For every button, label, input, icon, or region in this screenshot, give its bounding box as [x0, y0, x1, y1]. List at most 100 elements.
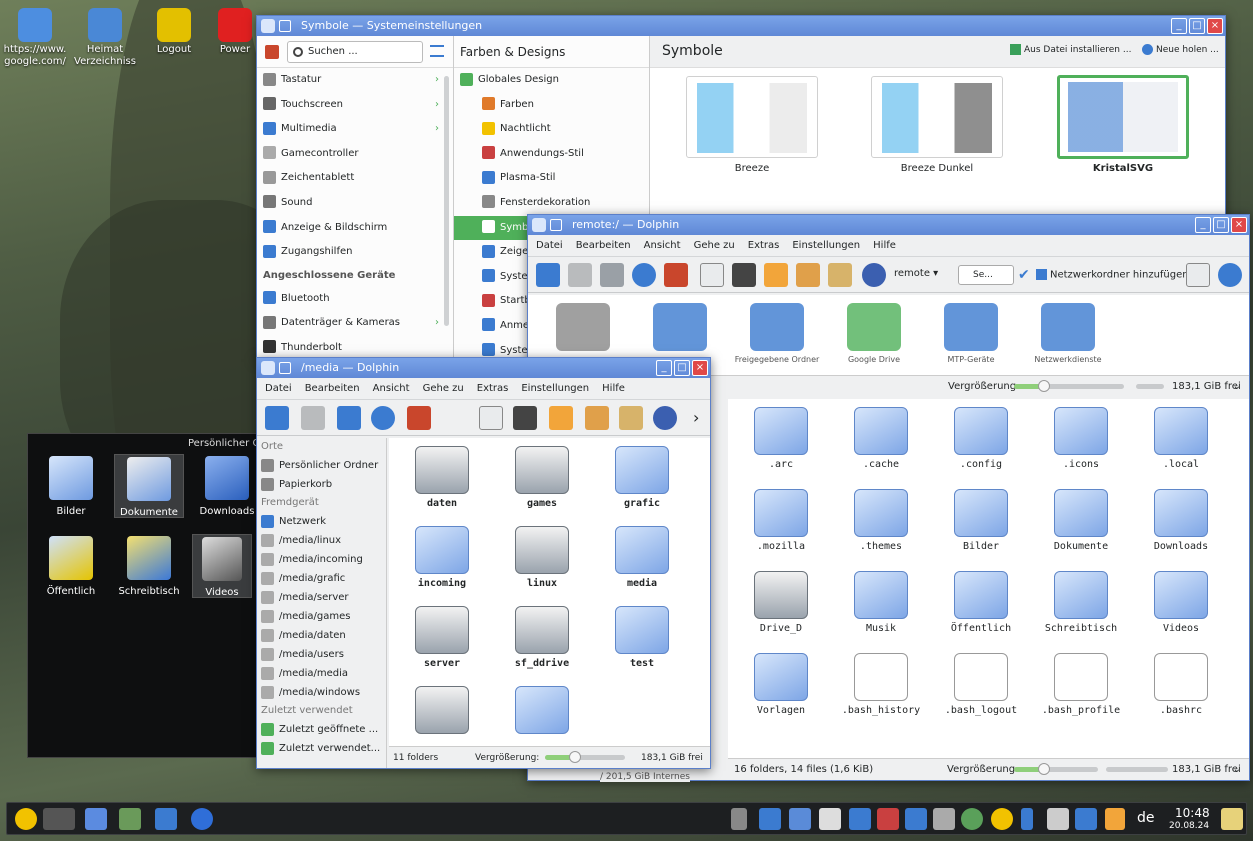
file-item[interactable]: .local	[1136, 407, 1226, 470]
wifi-off-icon[interactable]	[877, 808, 899, 830]
package-icon[interactable]	[119, 808, 141, 830]
terminal-icon[interactable]	[732, 263, 756, 287]
update-icon[interactable]	[961, 808, 983, 830]
maximize-button[interactable]: □	[1213, 217, 1229, 233]
device-item[interactable]: /media/grafic	[257, 569, 386, 588]
firefox-icon[interactable]	[191, 808, 213, 830]
menu-item[interactable]: Datei	[536, 240, 563, 251]
device-item[interactable]: /media/linux	[257, 531, 386, 550]
media-item[interactable]	[397, 686, 487, 738]
reload-icon[interactable]	[371, 406, 395, 430]
sidebar-scrollbar[interactable]	[444, 76, 449, 326]
settings-subcategory[interactable]: Anwendungs-Stil	[454, 142, 649, 167]
checkmark-icon[interactable]: ✔	[1018, 267, 1030, 283]
search-combo[interactable]: Se...	[958, 265, 1014, 285]
chevron-down-icon[interactable]: ⌄	[1233, 376, 1241, 398]
minimize-button[interactable]: _	[1195, 217, 1211, 233]
back-icon[interactable]	[265, 406, 289, 430]
menu-item[interactable]: Hilfe	[873, 240, 896, 251]
file-item[interactable]: Schreibtisch	[1036, 571, 1126, 634]
remote-item[interactable]: Google Drive	[829, 303, 919, 364]
zoom-slider[interactable]	[545, 751, 625, 763]
remote-item[interactable]	[635, 303, 725, 355]
settings-subcategory[interactable]: Globales Design	[454, 68, 649, 93]
folderview-item[interactable]: Dokumente	[114, 454, 184, 518]
recent-item[interactable]: Zuletzt verwendet...	[257, 739, 386, 758]
menu-item[interactable]: Gehe zu	[423, 383, 464, 394]
close-button[interactable]: ×	[1207, 18, 1223, 34]
settings-subcategory[interactable]: Fensterdekoration	[454, 191, 649, 216]
find-icon[interactable]	[1218, 263, 1242, 287]
remote-item[interactable]: Freigegebene Ordner	[732, 303, 822, 364]
desktop-icon-home[interactable]: Heimat Verzeichniss	[72, 4, 138, 68]
file-item[interactable]: Musik	[836, 571, 926, 634]
bell-icon[interactable]	[731, 808, 747, 830]
file-item[interactable]: Bilder	[936, 489, 1026, 552]
media-item[interactable]: media	[597, 526, 687, 589]
file-item[interactable]: .themes	[836, 489, 926, 552]
printer-icon[interactable]	[933, 808, 955, 830]
clock-date[interactable]: 20.08.24	[1169, 821, 1209, 831]
file-item[interactable]: Dokumente	[1036, 489, 1126, 552]
desktop-icon-logout[interactable]: Logout	[141, 4, 207, 56]
settings-category[interactable]: Touchscreen ›	[257, 93, 453, 118]
media-item[interactable]: sf_ddrive	[497, 606, 587, 669]
theme-card-breeze[interactable]	[686, 76, 818, 158]
file-item[interactable]: .bash_history	[836, 653, 926, 716]
remote-item[interactable]: Netzwerkdienste	[1023, 303, 1113, 364]
zoom-slider[interactable]	[1014, 380, 1124, 392]
device-item[interactable]: /media/incoming	[257, 550, 386, 569]
media-item[interactable]: test	[597, 606, 687, 669]
menu-item[interactable]: Einstellungen	[792, 240, 860, 251]
hamburger-menu-icon[interactable]	[430, 45, 444, 57]
minimize-button[interactable]: _	[656, 360, 672, 376]
up-icon[interactable]	[337, 406, 361, 430]
file-item[interactable]: .icons	[1036, 407, 1126, 470]
keyboard-layout-label[interactable]: de	[1137, 810, 1155, 826]
device-item[interactable]: /media/users	[257, 645, 386, 664]
details-view-icon[interactable]	[585, 406, 609, 430]
file-item[interactable]: .bash_profile	[1036, 653, 1126, 716]
clock-time[interactable]: 10:48	[1175, 806, 1210, 820]
file-item[interactable]: Öffentlich	[936, 571, 1026, 634]
file-item[interactable]: .bash_logout	[936, 653, 1026, 716]
settings-subcategory[interactable]: Nachtlicht	[454, 117, 649, 142]
install-from-file-button[interactable]: Aus Datei installieren ...	[1010, 44, 1131, 55]
maximize-button[interactable]: □	[1189, 18, 1205, 34]
folderview-item[interactable]: Schreibtisch	[116, 536, 182, 597]
pin-icon[interactable]	[279, 20, 291, 32]
settings-category[interactable]: Multimedia ›	[257, 117, 453, 142]
panel-icon[interactable]	[479, 406, 503, 430]
maximize-button[interactable]: □	[674, 360, 690, 376]
menu-item[interactable]: Bearbeiten	[576, 240, 631, 251]
bluetooth-icon[interactable]	[905, 808, 927, 830]
get-new-icons-button[interactable]: Neue holen ...	[1142, 44, 1219, 55]
forward-icon[interactable]	[568, 263, 592, 287]
kde-connect-icon[interactable]	[789, 808, 811, 830]
details-view-icon[interactable]	[796, 263, 820, 287]
device-item[interactable]: /media/server	[257, 588, 386, 607]
media-item[interactable]: server	[397, 606, 487, 669]
folderview-item[interactable]: Downloads	[196, 456, 258, 517]
menu-item[interactable]: Ansicht	[373, 383, 410, 394]
menu-item[interactable]: Bearbeiten	[305, 383, 360, 394]
device-item[interactable]: /media/daten	[257, 626, 386, 645]
recent-item[interactable]: Zuletzt geöffnete ...	[257, 720, 386, 739]
device-item[interactable]: /media/windows	[257, 683, 386, 702]
brightness-icon[interactable]	[991, 808, 1013, 830]
desktop-icon-power[interactable]: Power	[210, 4, 260, 56]
compass-icon[interactable]	[653, 406, 677, 430]
menu-item[interactable]: Gehe zu	[694, 240, 735, 251]
media-item[interactable]	[497, 686, 587, 738]
location-dropdown[interactable]: remote ▾	[894, 268, 938, 279]
media-item[interactable]: grafic	[597, 446, 687, 509]
file-item[interactable]: Downloads	[1136, 489, 1226, 552]
settings-category[interactable]: Zeichentablett	[257, 166, 453, 191]
up-icon[interactable]	[600, 263, 624, 287]
device-item[interactable]: Netzwerk	[257, 512, 386, 531]
media-item[interactable]: linux	[497, 526, 587, 589]
home-icon[interactable]	[664, 263, 688, 287]
zoom-slider[interactable]	[1014, 763, 1098, 775]
icons-view-icon[interactable]	[549, 406, 573, 430]
theme-card-kristalsvg[interactable]	[1057, 75, 1189, 159]
